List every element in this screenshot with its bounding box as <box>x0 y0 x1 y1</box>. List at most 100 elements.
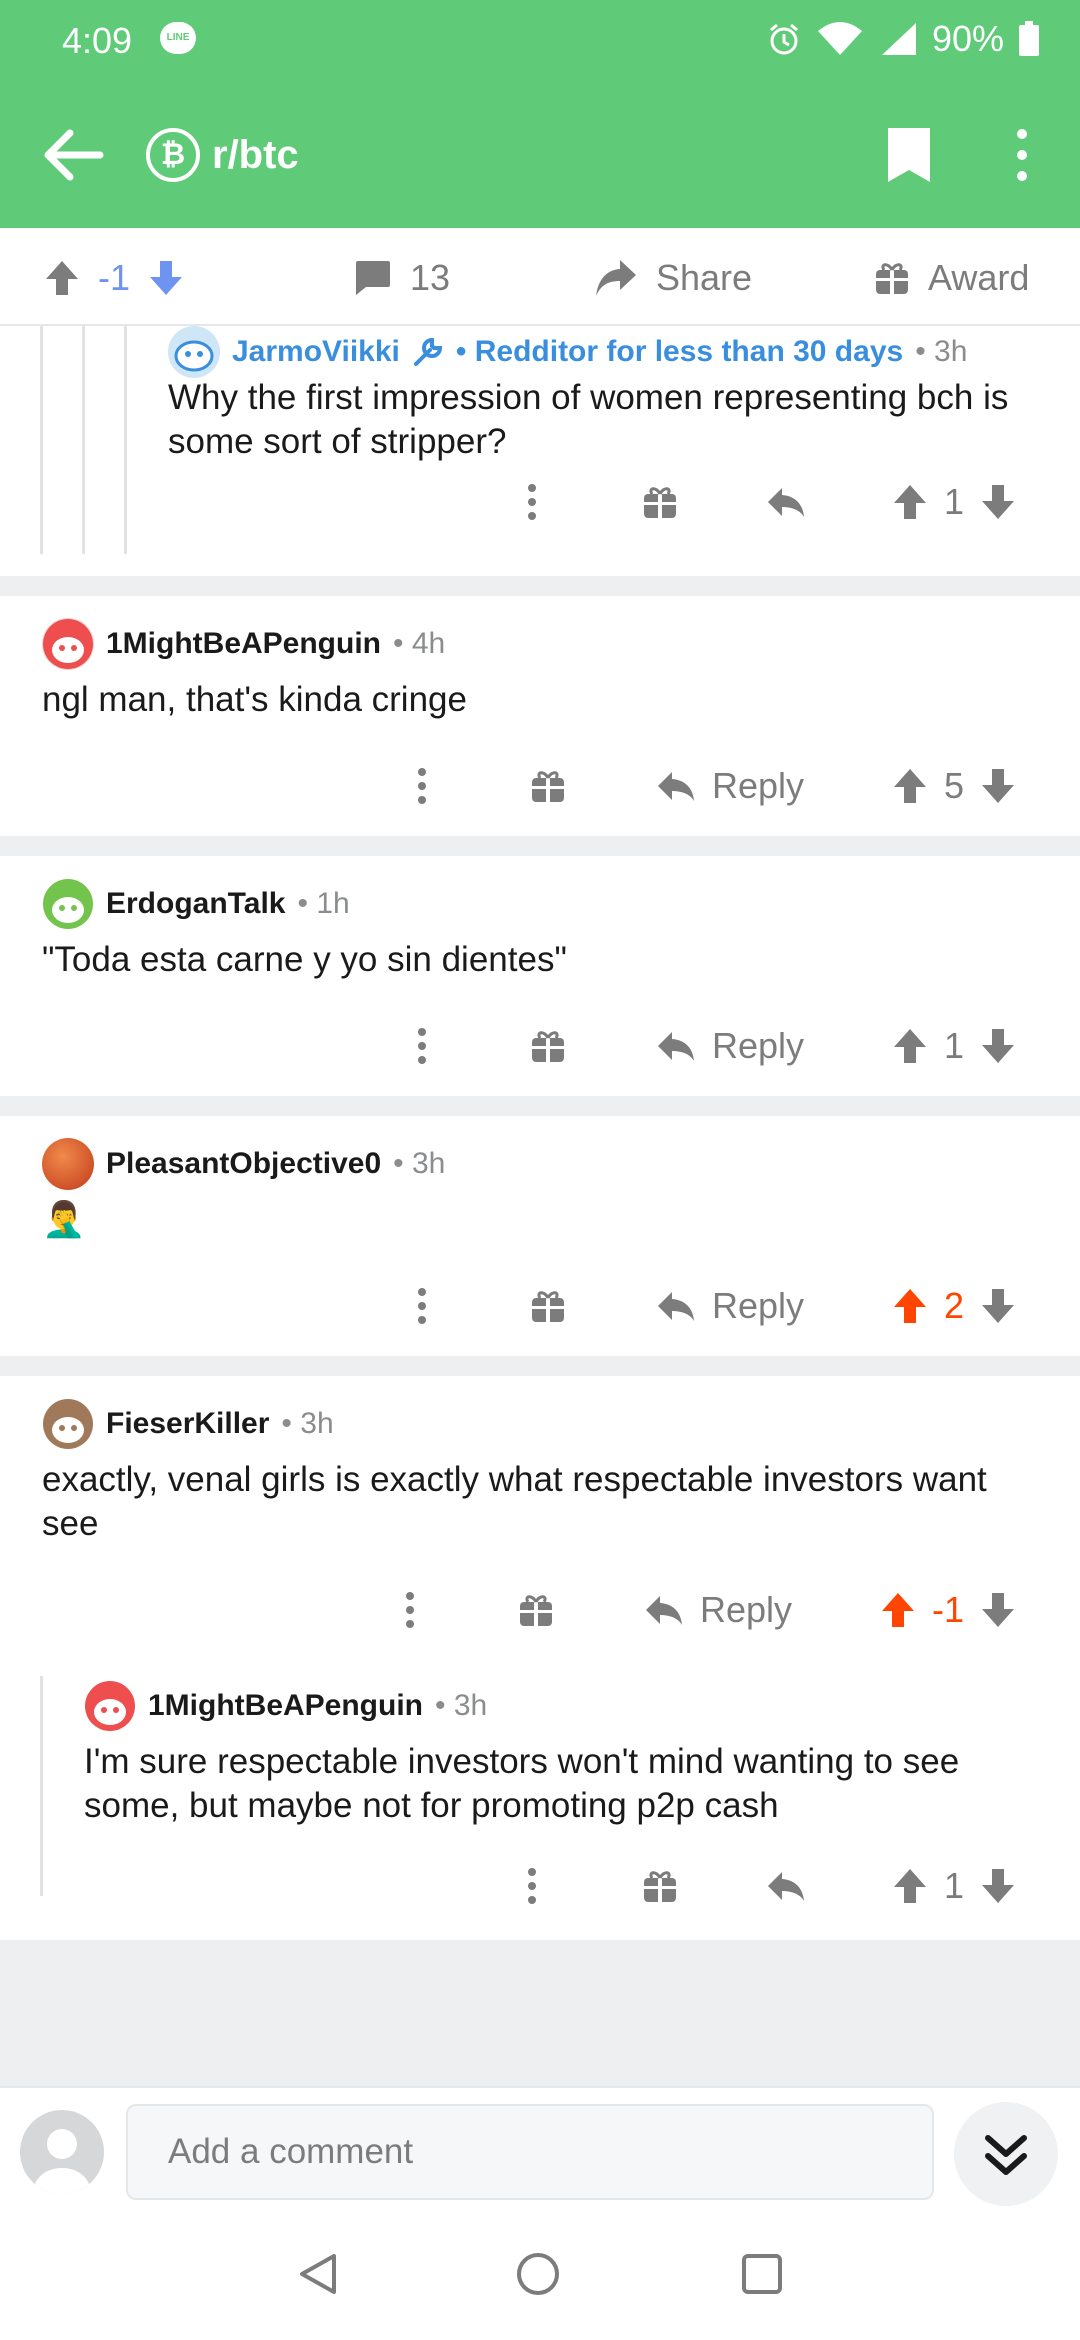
avatar[interactable] <box>84 1680 136 1732</box>
comment-count: 13 <box>410 257 451 298</box>
gift-icon <box>876 263 908 294</box>
avatar[interactable] <box>168 326 220 378</box>
alarm-icon <box>769 23 798 55</box>
comment-vote-group: 1 <box>892 1856 1016 1916</box>
avatar[interactable] <box>42 1398 94 1450</box>
more-options-icon[interactable] <box>410 1276 434 1336</box>
comment-vote-group: 5 <box>892 756 1016 816</box>
upvote-icon[interactable] <box>880 1591 916 1629</box>
status-time: 4:09 <box>62 20 133 61</box>
reply-label: Reply <box>700 1589 793 1630</box>
user-avatar[interactable] <box>20 2110 104 2194</box>
nav-home-icon[interactable] <box>514 2250 562 2298</box>
comment-vote-group: 2 <box>892 1276 1016 1336</box>
comment-age: • 1h <box>297 887 350 920</box>
reply-button[interactable]: Reply <box>656 1276 804 1336</box>
more-options-icon[interactable] <box>410 756 434 816</box>
comment-vote-group: -1 <box>880 1580 1016 1640</box>
downvote-icon[interactable] <box>980 483 1016 521</box>
upvote-icon[interactable] <box>892 767 928 805</box>
reply-arrow-icon <box>658 1292 694 1321</box>
comment-author-row: ErdoganTalk • 1h <box>42 878 350 930</box>
more-options-icon[interactable] <box>520 472 544 532</box>
comment-author[interactable]: FieserKiller <box>106 1407 269 1441</box>
upvote-icon[interactable] <box>44 259 80 297</box>
reply-arrow-icon <box>658 1032 694 1061</box>
comment-age: • 3h <box>393 1147 446 1180</box>
comment-actions: Reply 5 <box>0 756 1080 816</box>
double-chevron-down-icon <box>985 2135 1027 2175</box>
gift-icon[interactable] <box>530 1016 566 1076</box>
comment-card: JarmoViikki • Redditor for less than 30 … <box>0 326 1080 576</box>
award-label: Award <box>928 257 1030 298</box>
comment-author[interactable]: ErdoganTalk <box>106 887 285 921</box>
reply-button[interactable]: Reply <box>656 1016 804 1076</box>
gift-icon[interactable] <box>530 756 566 816</box>
gift-icon[interactable] <box>642 472 678 532</box>
reply-arrow-icon[interactable] <box>766 472 806 532</box>
downvote-icon[interactable] <box>980 767 1016 805</box>
add-comment-input[interactable]: Add a comment <box>126 2104 934 2200</box>
comment-author[interactable]: JarmoViikki <box>232 335 400 369</box>
signal-icon <box>881 23 916 55</box>
comment-score: 5 <box>944 765 965 806</box>
comment-author[interactable]: 1MightBeAPenguin <box>106 627 381 661</box>
gift-icon[interactable] <box>518 1580 554 1640</box>
nav-back-icon[interactable] <box>294 2250 342 2298</box>
comment-score: 1 <box>944 481 965 522</box>
divider <box>0 576 1080 596</box>
downvote-icon[interactable] <box>980 1591 1016 1629</box>
comment-actions: Reply 2 <box>0 1276 1080 1336</box>
avatar[interactable] <box>42 878 94 930</box>
more-options-icon[interactable] <box>520 1856 544 1916</box>
reply-arrow-icon[interactable] <box>766 1856 806 1916</box>
share-button[interactable]: Share <box>594 250 752 306</box>
reply-arrow-icon <box>658 772 694 801</box>
system-navigation-bar <box>0 2216 1080 2340</box>
downvote-icon[interactable] <box>980 1867 1016 1905</box>
more-options-icon[interactable] <box>398 1580 422 1640</box>
comment-author[interactable]: 1MightBeAPenguin <box>148 1689 423 1723</box>
upvote-icon[interactable] <box>892 483 928 521</box>
collapse-threads-button[interactable] <box>954 2102 1058 2206</box>
nav-recents-icon[interactable] <box>738 2250 786 2298</box>
downvote-icon[interactable] <box>980 1287 1016 1325</box>
downvote-icon[interactable] <box>148 259 184 297</box>
gift-icon[interactable] <box>642 1856 678 1916</box>
comments-button[interactable]: 13 <box>352 250 450 306</box>
avatar[interactable] <box>42 1138 94 1190</box>
comment-age: • 3h <box>915 335 968 368</box>
reply-button[interactable]: Reply <box>644 1580 792 1640</box>
comment-card: FieserKiller • 3h exactly, venal girls i… <box>0 1376 1080 1940</box>
reply-arrow-icon <box>646 1596 682 1625</box>
gift-icon[interactable] <box>530 1276 566 1336</box>
reply-button[interactable]: Reply <box>656 756 804 816</box>
comment-actions: 1 <box>0 472 1080 532</box>
app-bar: ₿ r/btc <box>0 100 1080 210</box>
divider <box>0 1356 1080 1376</box>
upvote-icon[interactable] <box>892 1027 928 1065</box>
comment-author-row: JarmoViikki • Redditor for less than 30 … <box>168 326 967 378</box>
comment-age: • 3h <box>281 1407 334 1440</box>
bookmark-icon[interactable] <box>884 126 934 184</box>
award-button[interactable]: Award <box>874 250 1029 306</box>
comment-body: I'm sure respectable investors won't min… <box>84 1742 960 1825</box>
comment-body: "Toda esta carne y yo sin dientes" <box>42 940 567 979</box>
status-icons: 90% <box>766 18 1040 60</box>
comment-bubble-icon <box>356 261 390 295</box>
battery-percent: 90% <box>931 18 1004 59</box>
downvote-icon[interactable] <box>980 1027 1016 1065</box>
back-arrow-icon[interactable] <box>40 125 106 185</box>
more-options-icon[interactable] <box>410 1016 434 1076</box>
upvote-icon[interactable] <box>892 1287 928 1325</box>
list-end-area <box>0 1940 1080 2086</box>
more-options-icon[interactable] <box>1010 126 1034 184</box>
comment-author[interactable]: PleasantObjective0 <box>106 1147 381 1181</box>
subreddit-name[interactable]: r/btc <box>212 128 299 182</box>
comment-body: ngl man, that's kinda cringe <box>42 680 467 719</box>
bitcoin-icon[interactable]: ₿ <box>146 128 200 182</box>
upvote-icon[interactable] <box>892 1867 928 1905</box>
post-vote-group: -1 <box>44 250 184 306</box>
line-notification-icon: LINE <box>160 22 196 54</box>
avatar[interactable] <box>42 618 94 670</box>
